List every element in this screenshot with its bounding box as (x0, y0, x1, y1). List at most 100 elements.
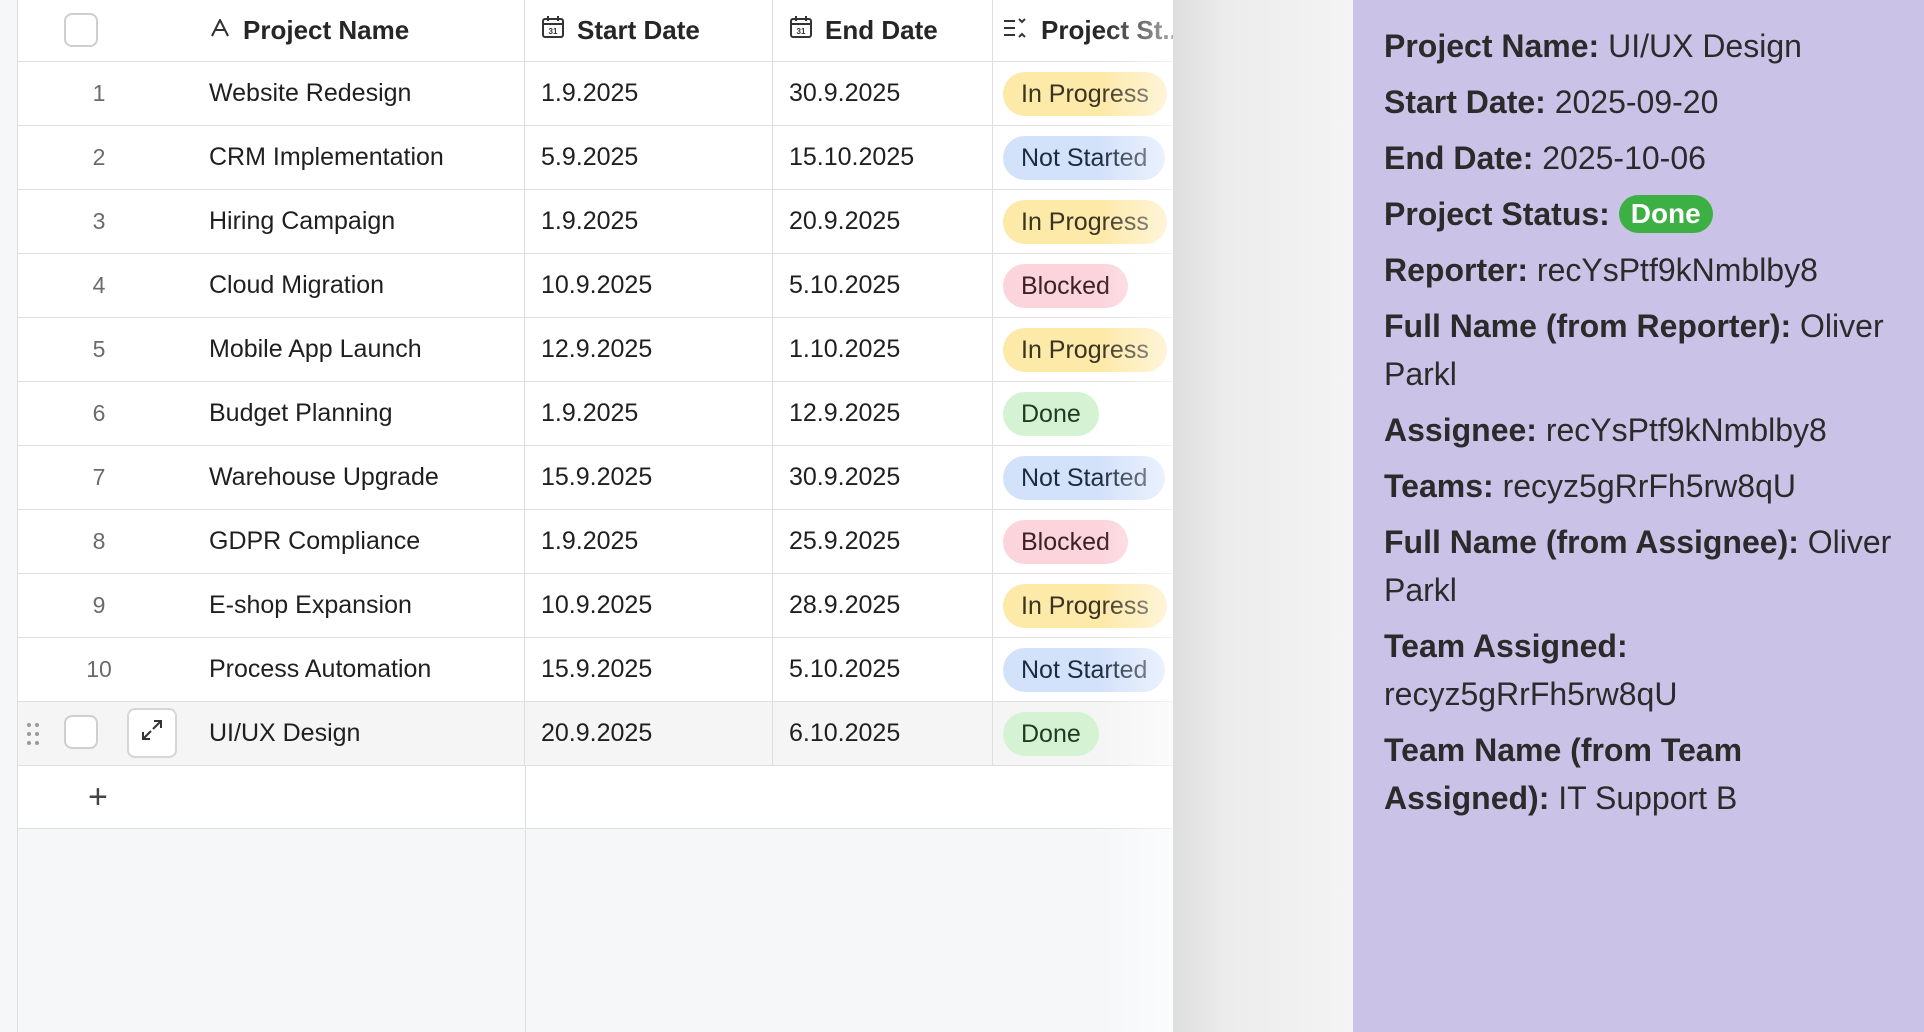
project-name-cell[interactable]: Cloud Migration (193, 254, 525, 317)
project-name-cell[interactable]: Hiring Campaign (193, 190, 525, 253)
field-value: UI/UX Design (1608, 28, 1802, 64)
field-label: Assignee: (1384, 412, 1537, 448)
header-end-date[interactable]: 31 End Date (773, 0, 993, 61)
end-date-cell[interactable]: 6.10.2025 (773, 702, 993, 765)
add-row-button[interactable]: + (88, 780, 108, 814)
project-name-cell[interactable]: Budget Planning (193, 382, 525, 445)
row-checkbox[interactable] (64, 715, 98, 749)
start-date-cell[interactable]: 1.9.2025 (525, 510, 773, 573)
end-date-cell-text: 20.9.2025 (789, 207, 901, 235)
start-date-cell[interactable]: 1.9.2025 (525, 62, 773, 125)
add-record-row[interactable]: + (18, 766, 1173, 829)
header-project-name[interactable]: Project Name (193, 0, 525, 61)
field-value: recYsPtf9kNmblby8 (1536, 252, 1818, 288)
field-label: Reporter: (1384, 252, 1529, 288)
end-date-cell[interactable]: 12.9.2025 (773, 382, 993, 445)
status-cell[interactable]: In Progress (993, 318, 1173, 381)
project-name-cell[interactable]: Warehouse Upgrade (193, 446, 525, 509)
status-cell[interactable]: Done (993, 702, 1173, 765)
calendar-icon: 31 (541, 15, 565, 46)
project-name-cell[interactable]: Mobile App Launch (193, 318, 525, 381)
drag-handle-icon[interactable] (26, 722, 40, 746)
row-number: 3 (92, 208, 106, 234)
status-pill: In Progress (1003, 199, 1167, 244)
status-pill: In Progress (1003, 583, 1167, 628)
header-label: Start Date (577, 15, 700, 45)
project-name-cell-text: GDPR Compliance (209, 527, 421, 555)
status-pill: Not Started (1003, 647, 1166, 692)
start-date-cell[interactable]: 15.9.2025 (525, 446, 773, 509)
end-date-cell[interactable]: 5.10.2025 (773, 638, 993, 701)
start-date-cell[interactable]: 5.9.2025 (525, 126, 773, 189)
calendar-icon: 31 (789, 15, 813, 46)
start-date-cell-text: 1.9.2025 (541, 207, 639, 235)
end-date-cell-text: 30.9.2025 (789, 463, 901, 491)
row-number: 2 (92, 144, 106, 170)
table-row[interactable]: 6 Budget Planning 1.9.2025 12.9.2025 Done (18, 382, 1173, 446)
status-cell[interactable]: Blocked (993, 510, 1173, 573)
project-name-cell-text: Warehouse Upgrade (209, 463, 439, 491)
table-row[interactable]: 1 Website Redesign 1.9.2025 30.9.2025 In Pro… (18, 62, 1173, 126)
status-pill: Done (1003, 391, 1099, 436)
start-date-cell[interactable]: 10.9.2025 (525, 254, 773, 317)
status-cell[interactable]: In Progress (993, 574, 1173, 637)
table-row[interactable]: 7 Warehouse Upgrade 15.9.2025 30.9.2025 Not … (18, 446, 1173, 510)
table-row[interactable]: 5 Mobile App Launch 12.9.2025 1.10.2025 In P… (18, 318, 1173, 382)
detail-end-date: End Date: 2025-10-06 (1384, 134, 1894, 182)
end-date-cell[interactable]: 15.10.2025 (773, 126, 993, 189)
start-date-cell[interactable]: 20.9.2025 (525, 702, 773, 765)
project-name-cell[interactable]: E-shop Expansion (193, 574, 525, 637)
end-date-cell[interactable]: 20.9.2025 (773, 190, 993, 253)
field-label: Team Assigned: (1384, 628, 1628, 664)
start-date-cell-text: 1.9.2025 (541, 399, 639, 427)
row-index-cell: 1 (18, 62, 193, 125)
table-row[interactable]: 3 Hiring Campaign 1.9.2025 20.9.2025 In Prog… (18, 190, 1173, 254)
end-date-cell[interactable]: 28.9.2025 (773, 574, 993, 637)
start-date-cell[interactable]: 1.9.2025 (525, 382, 773, 445)
header-project-status[interactable]: Project St... (993, 0, 1173, 61)
project-name-cell[interactable]: UI/UX Design (193, 702, 525, 765)
project-name-cell-text: Mobile App Launch (209, 335, 422, 363)
status-cell[interactable]: In Progress (993, 190, 1173, 253)
table-row[interactable]: 10 Process Automation 15.9.2025 5.10.2025 No… (18, 638, 1173, 702)
project-name-cell[interactable]: Website Redesign (193, 62, 525, 125)
header-start-date[interactable]: 31 Start Date (525, 0, 773, 61)
table-row[interactable]: 8 GDPR Compliance 1.9.2025 25.9.2025 Blocked (18, 510, 1173, 574)
text-field-icon (209, 15, 231, 46)
status-cell[interactable]: Done (993, 382, 1173, 445)
project-name-cell[interactable]: GDPR Compliance (193, 510, 525, 573)
row-index-cell: 3 (18, 190, 193, 253)
end-date-cell[interactable]: 30.9.2025 (773, 62, 993, 125)
detail-teams: Teams: recyz5gRrFh5rw8qU (1384, 462, 1894, 510)
start-date-cell[interactable]: 10.9.2025 (525, 574, 773, 637)
table-row[interactable]: 4 Cloud Migration 10.9.2025 5.10.2025 Blocke… (18, 254, 1173, 318)
status-cell[interactable]: Not Started (993, 446, 1173, 509)
expand-record-button[interactable] (127, 708, 177, 758)
project-name-cell[interactable]: Process Automation (193, 638, 525, 701)
status-pill: Not Started (1003, 455, 1166, 500)
table-row[interactable]: 9 E-shop Expansion 10.9.2025 28.9.2025 In Pr… (18, 574, 1173, 638)
start-date-cell[interactable]: 1.9.2025 (525, 190, 773, 253)
status-cell[interactable]: Not Started (993, 638, 1173, 701)
status-cell[interactable]: Not Started (993, 126, 1173, 189)
end-date-cell-text: 5.10.2025 (789, 655, 901, 683)
table-row[interactable]: 2 CRM Implementation 5.9.2025 15.10.2025 Not… (18, 126, 1173, 190)
end-date-cell[interactable]: 25.9.2025 (773, 510, 993, 573)
row-index-cell: 7 (18, 446, 193, 509)
grid-body: Project Name 31 Start Date 31 End Date P… (18, 0, 1173, 1032)
field-value: 2025-10-06 (1542, 140, 1706, 176)
status-cell[interactable]: Blocked (993, 254, 1173, 317)
row-number: 10 (86, 656, 112, 682)
select-all-checkbox[interactable] (64, 13, 98, 47)
end-date-cell-text: 15.10.2025 (789, 143, 915, 171)
end-date-cell[interactable]: 1.10.2025 (773, 318, 993, 381)
field-label: End Date: (1384, 140, 1534, 176)
end-date-cell[interactable]: 30.9.2025 (773, 446, 993, 509)
start-date-cell[interactable]: 12.9.2025 (525, 318, 773, 381)
start-date-cell[interactable]: 15.9.2025 (525, 638, 773, 701)
status-cell[interactable]: In Progress (993, 62, 1173, 125)
end-date-cell[interactable]: 5.10.2025 (773, 254, 993, 317)
table-row[interactable]: UI/UX Design 20.9.2025 6.10.2025 Done (18, 702, 1173, 766)
status-pill: Not Started (1003, 135, 1166, 180)
project-name-cell[interactable]: CRM Implementation (193, 126, 525, 189)
